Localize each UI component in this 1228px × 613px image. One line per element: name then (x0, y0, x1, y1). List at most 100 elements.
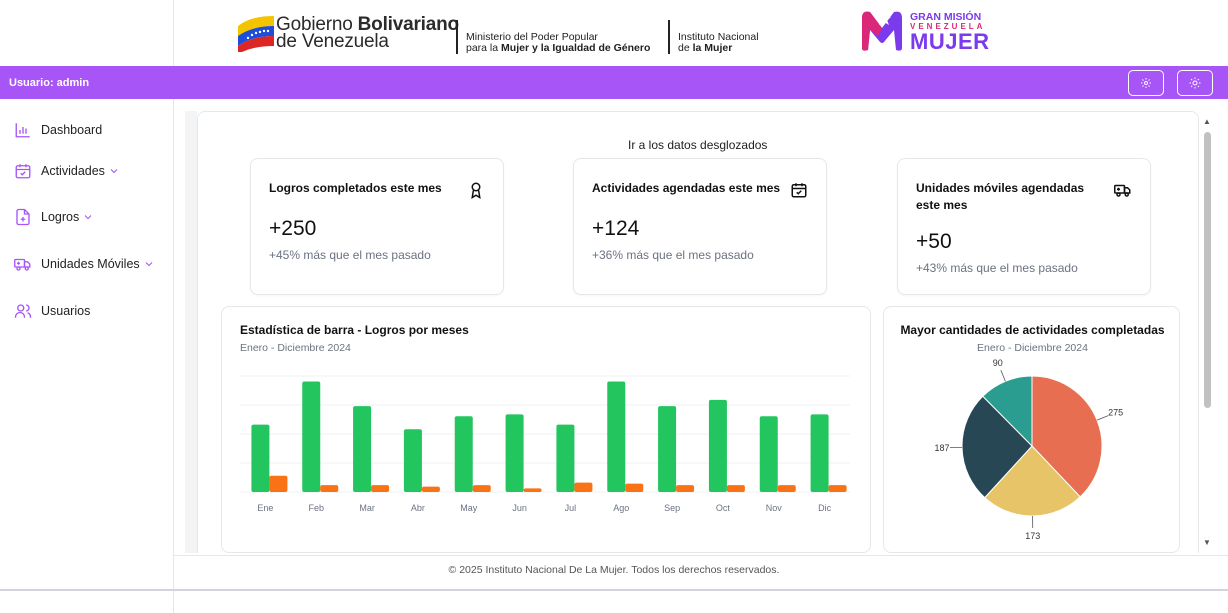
card-title: Logros completados este mes (269, 181, 442, 195)
card-subtext: +43% más que el mes pasado (916, 261, 1078, 275)
footer: © 2025 Instituto Nacional De La Mujer. T… (174, 555, 1228, 589)
calendar-check-icon (15, 164, 31, 179)
card-subtext: +36% más que el mes pasado (592, 248, 754, 262)
card-value: +124 (592, 217, 640, 240)
x-tick-label: May (460, 503, 478, 513)
user-label: Usuario: admin (9, 77, 90, 89)
window-bottom-border (0, 589, 1228, 591)
bar-chart-card: Estadística de barra - Logros por meses … (221, 306, 871, 553)
x-tick-label: Jul (565, 503, 577, 513)
sidebar-item-usuarios[interactable]: Usuarios (14, 302, 90, 320)
bar-ene-0 (251, 424, 270, 492)
bar-ago-1 (625, 483, 644, 492)
detail-link[interactable]: Ir a los datos desglozados (628, 138, 767, 152)
pie-label-line (1000, 370, 1006, 382)
x-tick-label: Dic (818, 503, 831, 513)
card-value: +50 (916, 230, 952, 253)
x-tick-label: Oct (716, 503, 731, 513)
x-tick-label: Jun (512, 503, 527, 513)
x-tick-label: Ago (613, 503, 629, 513)
bar-may-0 (454, 416, 473, 492)
chevron-down-icon (110, 169, 118, 174)
settings-button[interactable] (1128, 70, 1164, 96)
bar-abr-0 (403, 429, 422, 492)
bar-chart: Ene Feb Mar Abr May Jun Jul Ago Sep Oct Nov Dic (240, 375, 850, 513)
pie-chart: 275 173 187 90 (935, 358, 1124, 541)
bar-feb-0 (302, 381, 321, 492)
bar-mar-1 (371, 485, 390, 492)
card-title: Actividades agendadas este mes (592, 181, 781, 195)
mujer-m-icon (862, 11, 902, 51)
bar-sep-0 (658, 406, 677, 492)
sun-icon (1189, 77, 1201, 89)
bar-jun-0 (505, 414, 524, 492)
header-blank (0, 0, 174, 66)
truck-icon (1114, 184, 1131, 197)
scrollbar[interactable]: ▲ ▼ (1199, 111, 1215, 553)
scroll-down-arrow[interactable]: ▼ (1203, 538, 1211, 547)
bar-jun-1 (523, 488, 542, 492)
x-tick-label: Feb (308, 503, 324, 513)
bar-feb-1 (320, 485, 339, 492)
scroll-up-arrow[interactable]: ▲ (1203, 117, 1211, 126)
card-title: Unidades móviles agendadas este mes (916, 181, 1085, 212)
theme-toggle-button[interactable] (1177, 70, 1213, 96)
x-tick-label: Abr (411, 503, 425, 513)
stat-card-logros: Logros completados este mes +250 +45% má… (250, 158, 504, 295)
divider (456, 20, 458, 54)
bar-chart-icon (15, 123, 30, 138)
pie-data-label: 187 (935, 443, 950, 453)
bar-ene-1 (269, 475, 288, 492)
bar-jul-0 (556, 424, 575, 492)
sidebar-item-dashboard[interactable]: Dashboard (14, 121, 102, 139)
sidebar-item-label: Dashboard (41, 123, 103, 137)
pie-data-label: 90 (993, 358, 1003, 368)
pie-data-label: 275 (1108, 408, 1123, 418)
bar-sep-1 (676, 485, 695, 492)
x-tick-label: Mar (359, 503, 375, 513)
chevron-down-icon (84, 215, 92, 220)
sidebar-item-label: Unidades Móviles (41, 257, 140, 271)
users-icon (14, 304, 32, 318)
sidebar-item-actividades[interactable]: Actividades (14, 162, 120, 180)
divider (668, 20, 670, 54)
gobierno-logo: Gobierno Bolivariano de Venezuela Minist… (236, 12, 759, 56)
sidebar-item-unidades-moviles[interactable]: Unidades Móviles (14, 255, 155, 273)
award-icon (471, 182, 481, 199)
sidebar: Dashboard Actividades Logros Unidades Mó… (0, 99, 174, 613)
sidebar-item-label: Usuarios (41, 304, 91, 318)
gear-icon (1141, 78, 1151, 88)
bar-oct-1 (726, 485, 745, 492)
institute-text: Instituto Nacional de la Mujer (678, 31, 759, 54)
x-tick-label: Nov (766, 503, 783, 513)
bar-mar-0 (353, 406, 372, 492)
top-header: Gobierno Bolivariano de Venezuela Minist… (0, 0, 1228, 66)
bar-dic-0 (810, 414, 829, 492)
sidebar-item-logros[interactable]: Logros (14, 208, 94, 226)
stat-card-actividades: Actividades agendadas este mes +124 +36%… (573, 158, 827, 295)
card-subtext: +45% más que el mes pasado (269, 248, 431, 262)
stat-card-unidades: Unidades móviles agendadas este mes +50 … (897, 158, 1151, 295)
chevron-down-icon (145, 262, 153, 267)
bar-ago-0 (607, 381, 626, 492)
bar-abr-1 (421, 486, 440, 492)
x-tick-label: Sep (664, 503, 680, 513)
scroll-thumb[interactable] (1204, 132, 1211, 408)
x-tick-label: Ene (257, 503, 273, 513)
user-bar: Usuario: admin (0, 66, 1228, 99)
file-plus-icon (16, 208, 30, 226)
bar-nov-1 (777, 485, 796, 492)
bar-nov-0 (759, 416, 778, 492)
footer-text: © 2025 Instituto Nacional De La Mujer. T… (448, 564, 780, 576)
pie-data-label: 173 (1025, 531, 1040, 541)
truck-icon (14, 258, 31, 271)
gran-mision-mujer-logo: GRAN MISIÓN VENEZUELA MUJER (858, 8, 990, 56)
ministry-text: Ministerio del Poder Popular para la Muj… (466, 31, 651, 54)
bar-jul-1 (574, 482, 593, 492)
mujer-logo-text: GRAN MISIÓN VENEZUELA MUJER (910, 11, 990, 54)
pie-chart-card: Mayor cantidades de actividades completa… (883, 306, 1180, 553)
gobierno-text: Gobierno Bolivariano de Venezuela (276, 14, 459, 52)
sidebar-item-label: Logros (41, 210, 80, 224)
calendar-check-icon (791, 183, 807, 198)
bar-dic-1 (828, 485, 847, 492)
